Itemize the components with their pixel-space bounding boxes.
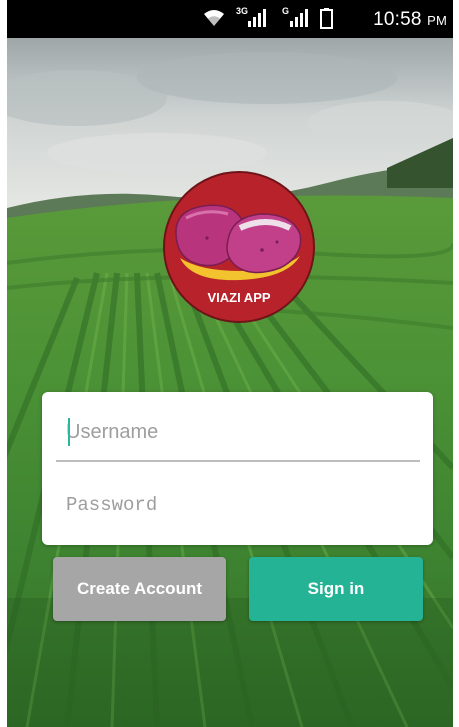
network-type-label-2: G (282, 6, 290, 16)
status-time-value: 10:58 (373, 9, 422, 30)
battery-icon (320, 8, 333, 34)
signal-3g-icon (247, 8, 267, 33)
status-bar: 3G G 10:58 PM (7, 0, 453, 38)
logo-text: VIAZI APP (207, 290, 270, 305)
login-form (42, 392, 433, 545)
background-image (7, 38, 453, 727)
login-screen: 3G G 10:58 PM VIAZI APP Username Create … (0, 0, 459, 727)
sign-in-button[interactable]: Sign in (249, 557, 423, 621)
password-input[interactable] (56, 476, 420, 534)
field-landscape (7, 38, 453, 727)
text-cursor (68, 418, 70, 446)
wifi-icon (203, 8, 225, 33)
signal-g-icon (289, 8, 309, 33)
username-input[interactable] (56, 404, 420, 462)
status-time: 10:58 PM (373, 9, 447, 31)
app-logo: VIAZI APP (162, 170, 316, 324)
create-account-button[interactable]: Create Account (53, 557, 226, 621)
status-time-ampm: PM (427, 13, 447, 28)
